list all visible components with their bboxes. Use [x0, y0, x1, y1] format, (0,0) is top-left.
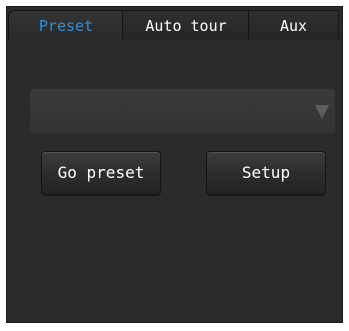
- tab-aux[interactable]: Aux: [248, 10, 339, 40]
- tab-bar: Preset Auto tour Aux: [8, 10, 339, 40]
- tab-auto-tour[interactable]: Auto tour: [122, 10, 250, 40]
- setup-button[interactable]: Setup: [206, 151, 326, 195]
- preset-select[interactable]: [30, 89, 335, 134]
- chevron-down-icon: [315, 105, 329, 119]
- go-preset-button[interactable]: Go preset: [41, 151, 161, 195]
- tab-preset[interactable]: Preset: [8, 10, 124, 40]
